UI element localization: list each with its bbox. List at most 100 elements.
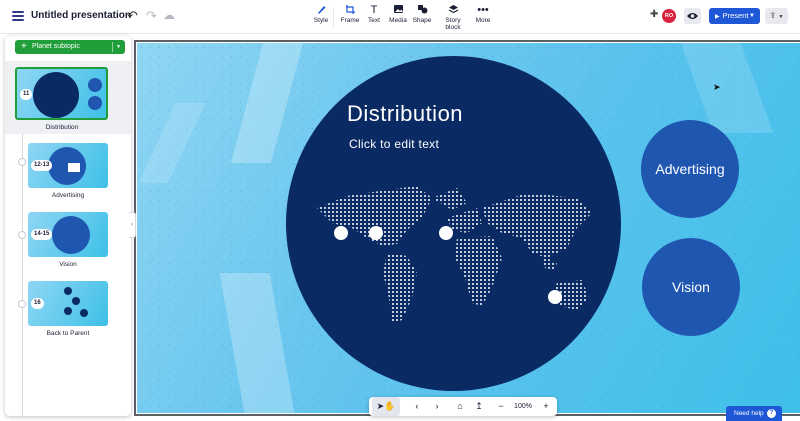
add-subtopic-button[interactable]: + Planet subtopic ▼: [15, 40, 125, 54]
subtopic-circle-advertising[interactable]: Advertising: [641, 120, 739, 218]
up-level-button[interactable]: ↥: [473, 397, 485, 416]
cloud-sync-icon: ☁: [163, 8, 175, 22]
up-level-icon: ↥: [475, 401, 483, 411]
subtopic-label: Advertising: [655, 161, 725, 177]
tree-connector: [22, 134, 23, 416]
hand-icon: ✋: [384, 401, 396, 411]
tree-node: [18, 158, 26, 166]
button-divider: [112, 42, 113, 52]
home-button[interactable]: ⌂: [453, 397, 467, 416]
presentation-title[interactable]: Untitled presentation: [31, 10, 131, 21]
previous-button[interactable]: ‹: [411, 397, 423, 416]
preview-button[interactable]: [684, 8, 701, 24]
tool-more[interactable]: ••• More: [473, 4, 493, 24]
collapse-sidebar-button[interactable]: ‹: [129, 212, 136, 238]
plus-icon: +: [21, 41, 27, 52]
sidebar-item-label: Distribution: [45, 124, 79, 131]
undo-icon[interactable]: ↶: [127, 8, 138, 24]
zoom-level: 100%: [514, 403, 532, 410]
export-icon: ⇪: [769, 11, 777, 20]
eye-icon: [687, 13, 698, 19]
tool-media[interactable]: Media: [387, 4, 409, 24]
select-tool-button[interactable]: ➤✋: [372, 397, 400, 416]
thumb-main-circle: [52, 216, 90, 254]
home-icon: ⌂: [457, 401, 463, 411]
tool-text-label: Text: [368, 17, 380, 24]
slide-number-badge: 14-15: [31, 229, 53, 240]
text-icon: T: [370, 4, 378, 16]
media-icon: [387, 4, 409, 17]
chevron-left-icon: ‹: [131, 222, 133, 228]
slide-number-badge: 16: [31, 298, 44, 309]
map-marker[interactable]: [439, 226, 453, 240]
subtopic-label: Vision: [672, 279, 710, 295]
tool-style-label: Style: [313, 17, 329, 24]
top-toolbar: Untitled presentation ↶ ↷ ☁ Style Frame …: [0, 0, 800, 34]
world-map-graphic: [317, 186, 592, 323]
mouse-cursor-icon: ➤: [713, 82, 721, 92]
play-icon: ▶: [715, 14, 720, 20]
sidebar-item-label: Advertising: [51, 192, 85, 199]
thumb-circle: [64, 287, 72, 295]
tool-style[interactable]: Style: [310, 4, 332, 24]
navigation-bar: ➤✋ ‹ › ⌂ ↥ − 100% +: [369, 397, 557, 416]
need-help-label: Need help: [734, 410, 764, 417]
thumb-circle: [88, 78, 102, 92]
thumb-main-circle: [33, 72, 79, 118]
chevron-down-icon[interactable]: ▼: [116, 40, 121, 54]
tool-media-label: Media: [389, 17, 407, 24]
chevron-left-icon: ‹: [415, 401, 419, 411]
thumb-image: [68, 163, 80, 172]
tool-story-block[interactable]: Story block: [437, 4, 469, 31]
minus-icon: −: [498, 401, 504, 411]
slide-number-badge: 11: [20, 89, 33, 100]
collaborators[interactable]: ✚ RO: [650, 8, 678, 24]
next-button[interactable]: ›: [431, 397, 443, 416]
chevron-down-icon: ▼: [778, 14, 784, 20]
present-button[interactable]: ▶ Present ▼: [709, 8, 760, 24]
sidebar-item-distribution[interactable]: 11: [15, 67, 108, 120]
thumb-circle: [64, 307, 72, 315]
tool-frame[interactable]: Frame: [338, 4, 362, 24]
chevron-down-icon[interactable]: ▼: [749, 8, 755, 24]
tree-node: [18, 300, 26, 308]
add-subtopic-label: Planet subtopic: [32, 43, 80, 50]
zoom-out-button[interactable]: −: [495, 397, 507, 416]
tool-frame-label: Frame: [340, 17, 360, 24]
redo-icon[interactable]: ↷: [146, 8, 157, 24]
chevron-right-icon: ›: [435, 401, 439, 411]
tool-shape[interactable]: Shape: [411, 4, 433, 24]
map-marker[interactable]: [334, 226, 348, 240]
topic-title[interactable]: Distribution: [347, 101, 463, 127]
toolbar-divider: [333, 7, 334, 27]
map-marker[interactable]: [548, 290, 562, 304]
thumb-circle: [72, 297, 80, 305]
more-icon: •••: [477, 4, 489, 16]
tool-shape-label: Shape: [412, 17, 432, 24]
style-icon: [310, 4, 332, 17]
plus-icon: +: [543, 401, 549, 411]
sidebar-item-vision[interactable]: 14-15: [28, 212, 108, 257]
thumb-circle: [88, 96, 102, 110]
presentation-canvas[interactable]: Distribution Click to edit text Advertis…: [137, 43, 800, 413]
zoom-in-button[interactable]: +: [539, 397, 553, 416]
tool-more-label: More: [475, 17, 491, 24]
sidebar-item-label: Back to Parent: [46, 330, 90, 337]
topics-sidebar: + Planet subtopic ▼ 11 Distribution 12-1…: [5, 36, 131, 416]
thumb-circle: [80, 309, 88, 317]
sidebar-item-advertising[interactable]: 12-13: [28, 143, 108, 188]
map-marker[interactable]: [369, 226, 383, 240]
subtopic-circle-vision[interactable]: Vision: [642, 238, 740, 336]
menu-icon[interactable]: [12, 11, 24, 21]
thumb-main-circle: [48, 147, 86, 185]
tool-text[interactable]: T Text: [364, 4, 384, 24]
question-icon: ?: [767, 409, 776, 418]
avatar: RO: [662, 9, 676, 23]
sidebar-item-back-to-parent[interactable]: 16: [28, 281, 108, 326]
share-button[interactable]: ⇪ ▼: [765, 8, 788, 24]
sidebar-item-label: Vision: [59, 261, 77, 268]
story-block-icon: [437, 4, 469, 17]
frame-icon: [338, 4, 362, 17]
need-help-button[interactable]: Need help ?: [726, 406, 782, 421]
topic-subtitle[interactable]: Click to edit text: [349, 137, 439, 151]
